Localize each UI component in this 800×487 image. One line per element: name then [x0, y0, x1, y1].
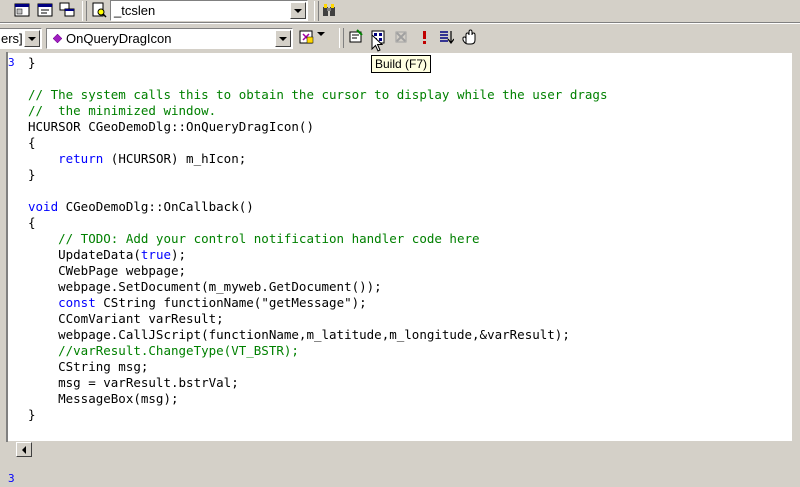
toolbar-grip [82, 1, 87, 21]
code-text-segment [28, 295, 58, 310]
code-text-segment [28, 151, 58, 166]
find-in-files-icon[interactable] [89, 1, 109, 19]
compile-icon[interactable] [346, 28, 366, 46]
gutter-mark [8, 391, 15, 407]
wizard-actions-icon[interactable] [297, 28, 317, 46]
member-combo-value: OnQueryDragIcon [66, 31, 172, 46]
method-icon [53, 34, 62, 43]
gutter-mark [8, 183, 15, 199]
gutter-mark [8, 423, 15, 439]
class-combo-value: ers] [1, 31, 23, 46]
gutter-mark [8, 295, 15, 311]
code-line[interactable]: { [28, 215, 607, 231]
code-line[interactable]: } [28, 167, 607, 183]
code-text-segment: ); [171, 247, 187, 262]
workspace-icon[interactable] [12, 1, 32, 19]
gutter-mark [8, 215, 15, 231]
gutter-mark: 3 [8, 472, 15, 485]
gutter-mark: 3 [8, 56, 15, 69]
class-combo[interactable]: ers] [0, 28, 42, 49]
gutter-mark [8, 343, 15, 359]
gutter-mark [8, 375, 15, 391]
code-text-segment: UpdateData( [28, 247, 141, 262]
code-line[interactable]: CString msg; [28, 359, 607, 375]
gutter-mark [8, 135, 15, 151]
code-text-segment: (HCURSOR) m_hIcon; [103, 151, 247, 166]
code-keyword: true [140, 247, 171, 262]
wizard-actions-dropdown[interactable] [317, 32, 325, 36]
code-line[interactable]: return (HCURSOR) m_hIcon; [28, 151, 607, 167]
code-line[interactable]: webpage.CallJScript(functionName,m_latit… [28, 327, 607, 343]
code-line[interactable]: void CGeoDemoDlg::OnCallback() [28, 199, 607, 215]
toolbar-wizard: ers] OnQueryDragIcon [0, 26, 800, 52]
gutter-mark [8, 231, 15, 247]
toolbar-grip [339, 28, 344, 48]
gutter-mark [8, 327, 15, 343]
gutter-mark [8, 87, 15, 103]
code-keyword: void [28, 199, 59, 214]
member-combo[interactable]: OnQueryDragIcon [46, 28, 293, 49]
gutter-mark [8, 103, 15, 119]
code-line[interactable]: // TODO: Add your control notification h… [28, 231, 607, 247]
horizontal-scrollbar[interactable] [8, 440, 792, 458]
code-line[interactable] [28, 71, 607, 87]
code-line[interactable]: // the minimized window. [28, 103, 607, 119]
code-line[interactable]: webpage.SetDocument(m_myweb.GetDocument(… [28, 279, 607, 295]
gutter-mark [8, 199, 15, 215]
execute-icon[interactable] [414, 28, 434, 46]
gutter-mark [8, 359, 15, 375]
code-line[interactable]: //varResult.ChangeType(VT_BSTR); [28, 343, 607, 359]
build-tooltip: Build (F7) [371, 55, 432, 73]
gutter-mark [8, 407, 15, 423]
gutter-mark [8, 311, 15, 327]
code-keyword: return [58, 151, 104, 166]
find-binoculars-icon[interactable] [319, 1, 339, 19]
code-text-segment: CString functionName("getMessage"); [95, 295, 367, 310]
output-window-icon[interactable] [35, 1, 55, 19]
gutter-mark [8, 71, 15, 87]
window-list-icon[interactable] [57, 1, 77, 19]
status-strip [0, 458, 800, 468]
editor-gutter: 33 [8, 55, 15, 487]
code-keyword: const [58, 295, 96, 310]
toolbar-separator [0, 23, 800, 24]
gutter-mark [8, 151, 15, 167]
code-editor[interactable]: 33 }// The system calls this to obtain t… [8, 53, 792, 485]
go-debug-icon[interactable] [436, 28, 456, 46]
code-line[interactable]: msg = varResult.bstrVal; [28, 375, 607, 391]
chevron-down-icon[interactable] [24, 30, 40, 47]
stop-build-icon[interactable] [391, 28, 411, 46]
insert-breakpoint-icon[interactable] [459, 28, 479, 46]
scroll-left-button[interactable] [16, 442, 32, 457]
code-line[interactable] [28, 183, 607, 199]
code-line[interactable]: } [28, 407, 607, 423]
code-line[interactable]: HCURSOR CGeoDemoDlg::OnQueryDragIcon() [28, 119, 607, 135]
gutter-mark [8, 167, 15, 183]
code-line[interactable]: UpdateData(true); [28, 247, 607, 263]
code-line[interactable]: { [28, 135, 607, 151]
code-line[interactable]: const CString functionName("getMessage")… [28, 295, 607, 311]
gutter-mark [8, 279, 15, 295]
find-combo-value: _tcslen [114, 3, 156, 18]
gutter-mark [8, 247, 15, 263]
code-line[interactable]: MessageBox(msg); [28, 391, 607, 407]
code-text[interactable]: } // The system calls this to obtain the … [28, 55, 607, 423]
chevron-down-icon[interactable] [275, 30, 291, 47]
mouse-cursor-icon [371, 34, 383, 52]
code-text-segment: CGeoDemoDlg::OnCallback() [58, 199, 254, 214]
gutter-mark [8, 119, 15, 135]
code-line[interactable]: CWebPage webpage; [28, 263, 607, 279]
code-line[interactable]: CComVariant varResult; [28, 311, 607, 327]
gutter-mark [8, 263, 15, 279]
code-line[interactable]: } [28, 55, 607, 71]
toolbar-top: _tcslen [0, 0, 800, 22]
find-combo[interactable]: _tcslen [110, 0, 308, 21]
code-line[interactable]: // The system calls this to obtain the c… [28, 87, 607, 103]
chevron-down-icon[interactable] [290, 2, 306, 19]
